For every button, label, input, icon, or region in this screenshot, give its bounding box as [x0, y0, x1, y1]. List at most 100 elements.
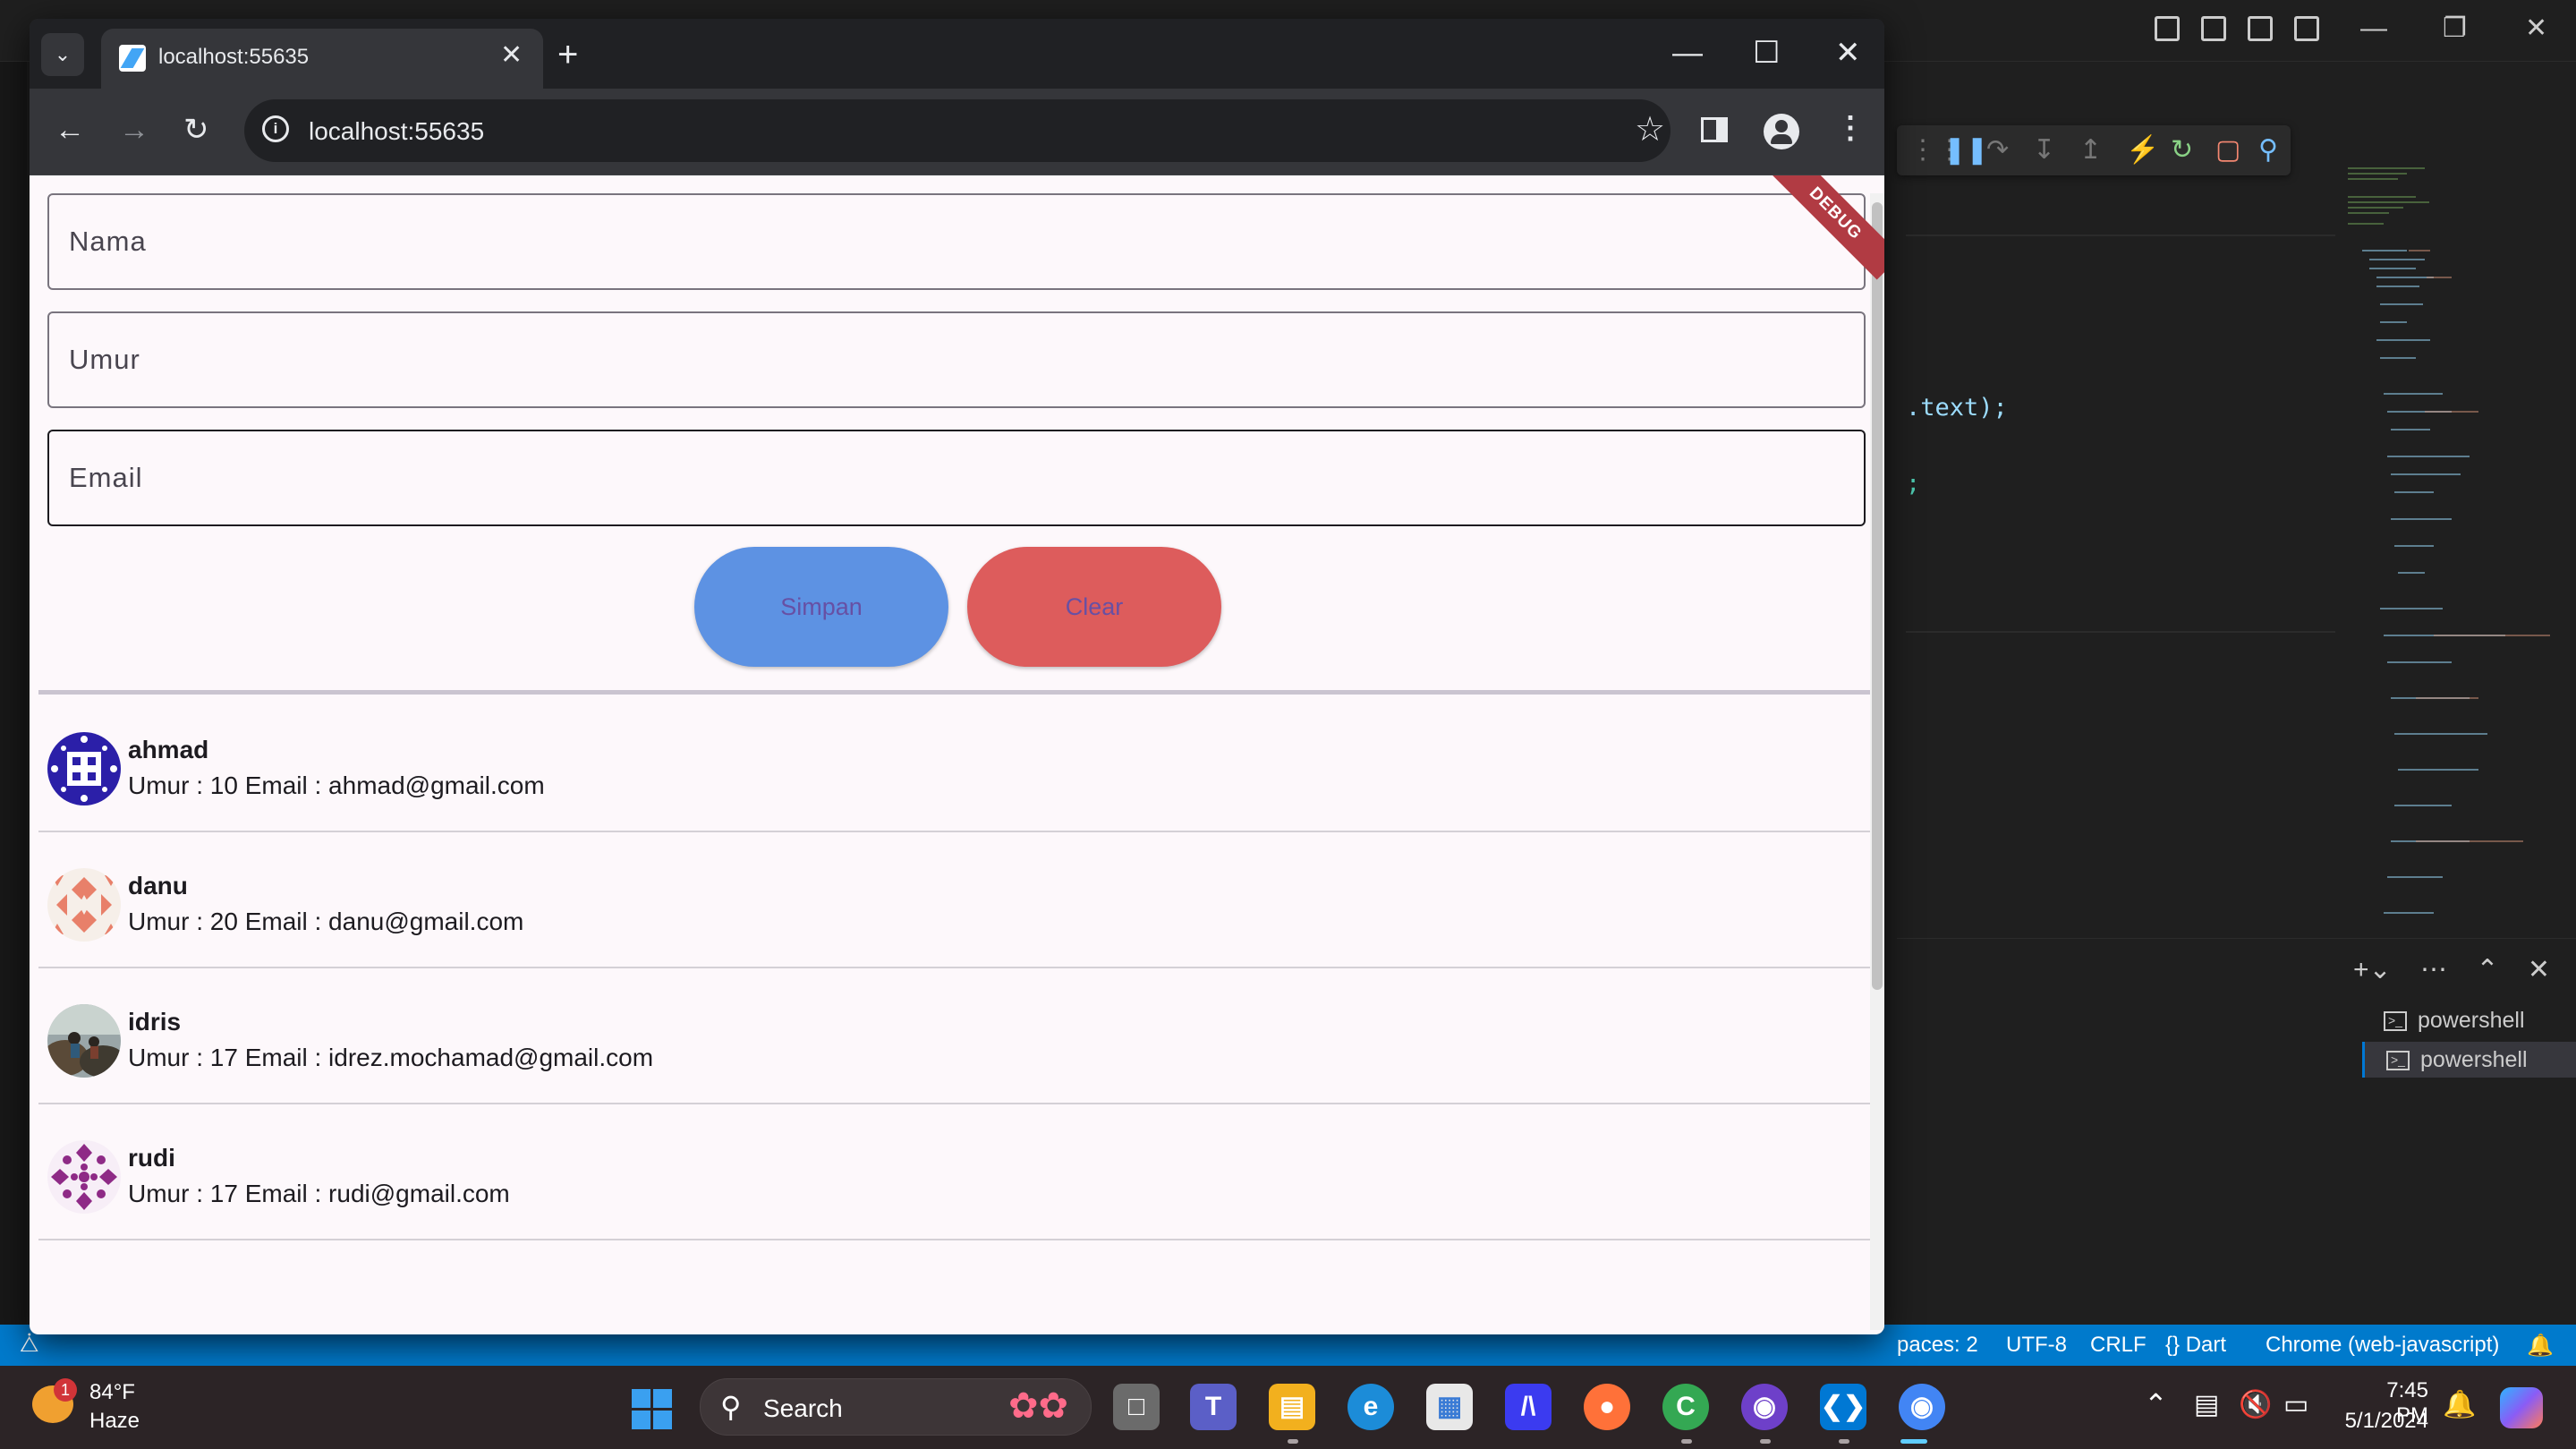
panel-actions: +⌄ ⋯ ⌃ ✕	[2353, 954, 2550, 985]
stop-icon[interactable]: ▢	[2215, 134, 2240, 166]
status-eol[interactable]: CRLF	[2090, 1333, 2147, 1358]
status-device[interactable]: Chrome (web-javascript)	[2266, 1333, 2499, 1358]
user-name: ahmad	[128, 736, 209, 763]
simpan-button[interactable]: Simpan	[694, 547, 948, 667]
chrome-window: ⌄ localhost:55635 ✕ + — ☐ ✕ ← → ↻ i loca…	[30, 19, 1884, 1334]
firefox-icon[interactable]: ●	[1584, 1384, 1630, 1430]
scrollbar-thumb[interactable]	[1872, 202, 1883, 990]
list-item[interactable]: idris Umur : 17 Email : idrez.mochamad@g…	[38, 968, 1875, 1104]
pause-icon[interactable]: ❚❚	[1943, 134, 1988, 166]
clock-date[interactable]: 5/1/2024	[2334, 1409, 2428, 1434]
task-view-icon[interactable]: □	[1113, 1384, 1160, 1430]
windows-start-icon[interactable]	[632, 1389, 673, 1430]
browser-tab[interactable]: localhost:55635 ✕	[101, 29, 543, 89]
vscode-restore-icon[interactable]: ❐	[2443, 13, 2467, 45]
status-encoding[interactable]: UTF-8	[2006, 1333, 2067, 1358]
microsoft-store-icon[interactable]: ▦	[1426, 1384, 1473, 1430]
running-indicator	[1839, 1439, 1849, 1444]
close-window-icon[interactable]: ✕	[1835, 35, 1861, 71]
maximize-panel-icon[interactable]: ⌃	[2476, 955, 2498, 984]
chrome-profile-icon[interactable]: C	[1662, 1384, 1709, 1430]
network-icon[interactable]: ▤	[2194, 1389, 2219, 1421]
running-indicator	[1681, 1439, 1692, 1444]
file-explorer-icon[interactable]: ▤	[1269, 1384, 1315, 1430]
step-over-icon[interactable]: ↷	[1986, 134, 2009, 166]
avatar	[47, 868, 121, 942]
new-terminal-icon[interactable]: +⌄	[2353, 955, 2392, 984]
forward-arrow-icon[interactable]: →	[119, 110, 149, 149]
side-panel-icon[interactable]	[1701, 117, 1728, 142]
vscode-close-icon[interactable]: ✕	[2525, 13, 2547, 45]
edge-icon[interactable]: e	[1348, 1384, 1394, 1430]
user-detail: Umur : 17 Email : rudi@gmail.com	[128, 1180, 510, 1207]
maximize-icon[interactable]: ☐	[1753, 35, 1780, 71]
browser-toolbar: ← → ↻ i localhost:55635 ☆ ⋮	[30, 89, 1884, 175]
user-name: rudi	[128, 1144, 175, 1172]
step-out-icon[interactable]: ↥	[2079, 134, 2102, 166]
email-input[interactable]	[47, 430, 1866, 526]
reload-icon[interactable]: ↻	[183, 110, 209, 149]
code-fragment: .text);	[1906, 394, 2008, 422]
page-scrollbar[interactable]	[1870, 193, 1884, 1330]
tab-search-chevron-icon[interactable]: ⌄	[41, 33, 84, 76]
tab-title: localhost:55635	[158, 45, 310, 69]
tab-close-icon[interactable]: ✕	[500, 39, 523, 72]
app-icon[interactable]: /\	[1505, 1384, 1552, 1430]
list-item[interactable]: rudi Umur : 17 Email : rudi@gmail.com	[38, 1104, 1875, 1240]
avatar	[47, 1140, 121, 1214]
terminal-label: powershell	[2420, 1047, 2528, 1072]
clear-button[interactable]: Clear	[967, 547, 1221, 667]
search-label: Search	[763, 1394, 843, 1422]
nama-input[interactable]	[47, 193, 1866, 290]
weather-badge: 1	[54, 1378, 77, 1402]
teams-icon[interactable]: T	[1190, 1384, 1237, 1430]
vscode-icon[interactable]: ❮❯	[1820, 1384, 1866, 1430]
site-info-icon[interactable]: i	[262, 115, 289, 142]
terminal-list-item[interactable]: >_ powershell	[2362, 1042, 2576, 1078]
vscode-minimize-icon[interactable]: —	[2360, 13, 2387, 45]
toggle-secondary-sidebar-icon[interactable]	[2248, 16, 2273, 41]
address-bar[interactable]: i localhost:55635 ☆	[244, 99, 1671, 162]
toggle-primary-sidebar-icon[interactable]	[2155, 16, 2180, 41]
chrome-menu-icon[interactable]: ⋮	[1835, 108, 1866, 148]
back-arrow-icon[interactable]: ←	[55, 110, 85, 149]
step-into-icon[interactable]: ↧	[2033, 134, 2055, 166]
running-indicator	[1760, 1439, 1771, 1444]
minimize-icon[interactable]: —	[1672, 35, 1703, 71]
show-hidden-icons-chevron-icon[interactable]: ⌃	[2144, 1387, 2168, 1421]
terminal-list-item[interactable]: >_ powershell	[2362, 1002, 2576, 1038]
battery-icon[interactable]: ▭	[2283, 1389, 2308, 1421]
notification-bell-icon[interactable]: 🔔	[2443, 1389, 2476, 1421]
bookmark-star-icon[interactable]: ☆	[1635, 110, 1665, 149]
toggle-panel-icon[interactable]	[2201, 16, 2226, 41]
copilot-icon[interactable]	[2500, 1387, 2543, 1428]
url-text[interactable]: localhost:55635	[309, 117, 484, 146]
editor-divider	[1906, 631, 2335, 633]
status-language[interactable]: {} Dart	[2165, 1333, 2226, 1358]
github-desktop-icon[interactable]: ◉	[1741, 1384, 1788, 1430]
close-panel-icon[interactable]: ✕	[2528, 955, 2550, 984]
profile-avatar-icon[interactable]	[1764, 114, 1799, 149]
restart-icon[interactable]: ↻	[2171, 134, 2193, 166]
speaker-muted-icon[interactable]: 🔇	[2239, 1389, 2272, 1421]
status-indentation[interactable]: paces: 2	[1897, 1333, 1978, 1358]
vscode-activity-bar	[0, 61, 27, 1325]
more-actions-icon[interactable]: ⋯	[2420, 955, 2447, 984]
hot-reload-icon[interactable]: ⚡	[2126, 134, 2159, 166]
devtools-search-icon[interactable]: ⚲	[2258, 134, 2278, 166]
minimap[interactable]	[2344, 161, 2559, 940]
user-name: danu	[128, 872, 188, 899]
customize-layout-icon[interactable]	[2294, 16, 2319, 41]
chrome-icon[interactable]: ◉	[1899, 1384, 1945, 1430]
list-item[interactable]: danu Umur : 20 Email : danu@gmail.com	[38, 832, 1875, 968]
weather-temperature[interactable]: 84°F	[89, 1380, 135, 1405]
taskbar-search-box[interactable]: ⚲ Search ✿✿	[700, 1378, 1092, 1436]
remote-indicator-icon[interactable]: ⧊	[20, 1333, 38, 1358]
notifications-bell-icon[interactable]: 🔔	[2527, 1333, 2554, 1359]
umur-input[interactable]	[47, 311, 1866, 408]
list-item[interactable]: ahmad Umur : 10 Email : ahmad@gmail.com	[38, 696, 1875, 832]
new-tab-plus-icon[interactable]: +	[557, 35, 578, 74]
editor-divider	[1906, 234, 2335, 236]
running-indicator	[1288, 1439, 1298, 1444]
weather-condition[interactable]: Haze	[89, 1409, 140, 1434]
